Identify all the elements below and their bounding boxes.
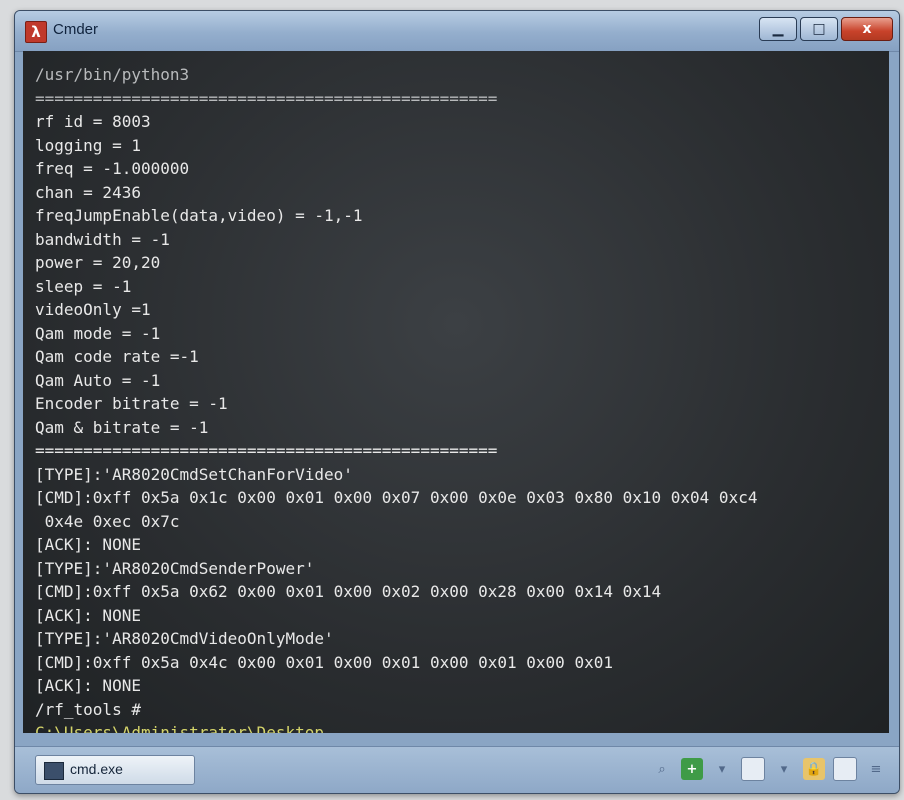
output-line: rf id = 8003 bbox=[35, 112, 151, 131]
close-button[interactable]: x bbox=[841, 17, 893, 41]
output-line: chan = 2436 bbox=[35, 182, 141, 202]
output-line: [CMD]:0xff 0x5a 0x4c 0x00 0x01 0x00 0x01… bbox=[35, 652, 613, 672]
cmder-terminal-icon bbox=[44, 762, 64, 780]
output-line: [TYPE]:'AR8020CmdSenderPower' bbox=[35, 558, 315, 578]
output-line: ========================================… bbox=[35, 88, 498, 108]
cmder-window: λ Cmder ▁ □ x /usr/bin/python3 =========… bbox=[14, 10, 900, 794]
tab-cmd-exe[interactable]: cmd.exe bbox=[35, 755, 195, 785]
output-line: ========================================… bbox=[35, 441, 498, 460]
dropdown-icon[interactable]: ▾ bbox=[711, 758, 733, 780]
output-line: [ACK]: NONE bbox=[35, 676, 141, 695]
layout-icon[interactable] bbox=[833, 757, 857, 781]
output-line: Qam & bitrate = -1 bbox=[35, 417, 209, 437]
output-line: freq = -1.000000 bbox=[35, 159, 190, 178]
console-area[interactable]: /usr/bin/python3 =======================… bbox=[23, 51, 889, 733]
output-line: logging = 1 bbox=[35, 135, 141, 155]
output-line: [CMD]:0xff 0x5a 0x1c 0x00 0x01 0x00 0x07… bbox=[35, 488, 758, 507]
tab-label: cmd.exe bbox=[70, 761, 123, 777]
output-line: [ACK]: NONE bbox=[35, 605, 141, 625]
output-line: 0x4e 0xec 0x7c bbox=[35, 511, 180, 531]
add-tab-icon[interactable]: + bbox=[681, 758, 703, 780]
output-line: sleep = -1 bbox=[35, 276, 132, 296]
output-line: bandwidth = -1 bbox=[35, 229, 170, 249]
output-line: power = 20,20 bbox=[35, 253, 161, 272]
search-icon[interactable]: ⌕ bbox=[651, 758, 673, 780]
window-title: Cmder bbox=[53, 21, 99, 38]
maximize-button[interactable]: □ bbox=[800, 17, 838, 41]
menu-icon[interactable]: ≡ bbox=[865, 758, 887, 780]
output-line: Qam code rate =-1 bbox=[35, 347, 199, 366]
output-line: [TYPE]:'AR8020CmdSetChanForVideo' bbox=[35, 464, 353, 484]
window-icon[interactable] bbox=[741, 757, 765, 781]
window-controls: ▁ □ x bbox=[759, 17, 893, 43]
terminal-output[interactable]: /usr/bin/python3 =======================… bbox=[35, 63, 883, 733]
minimize-button[interactable]: ▁ bbox=[759, 17, 797, 41]
output-line: [TYPE]:'AR8020CmdVideoOnlyMode' bbox=[35, 629, 334, 648]
output-line: Qam mode = -1 bbox=[35, 323, 161, 343]
output-line: [CMD]:0xff 0x5a 0x62 0x00 0x01 0x00 0x02… bbox=[35, 582, 662, 601]
output-line: /rf_tools # bbox=[35, 699, 141, 719]
output-line: Encoder bitrate = -1 bbox=[35, 394, 228, 413]
output-line: /usr/bin/python3 bbox=[35, 65, 190, 84]
title-bar[interactable]: λ Cmder ▁ □ x bbox=[15, 11, 899, 52]
output-line: videoOnly =1 bbox=[35, 300, 151, 319]
dropdown-icon-2[interactable]: ▾ bbox=[773, 758, 795, 780]
output-line: freqJumpEnable(data,video) = -1,-1 bbox=[35, 206, 363, 225]
cmder-tab-bar: cmd.exe ⌕ + ▾ ▾ 🔒 ≡ bbox=[15, 746, 899, 793]
lambda-app-icon[interactable]: λ bbox=[25, 21, 47, 43]
current-directory: C:\Users\Administrator\Desktop bbox=[35, 723, 324, 733]
output-line: [ACK]: NONE bbox=[35, 535, 141, 554]
tab-bar-tools: ⌕ + ▾ ▾ 🔒 ≡ bbox=[651, 757, 887, 781]
output-line: Qam Auto = -1 bbox=[35, 370, 161, 390]
lock-icon[interactable]: 🔒 bbox=[803, 758, 825, 780]
